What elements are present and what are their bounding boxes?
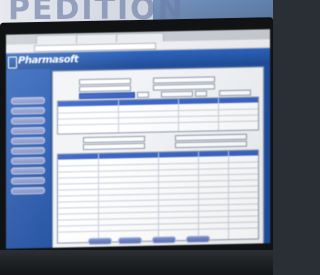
grid-col-line bbox=[198, 151, 199, 240]
sidebar-button[interactable] bbox=[11, 176, 45, 185]
app-window: Pharmasoft bbox=[6, 48, 270, 249]
grid-row-line bbox=[58, 120, 258, 126]
action-button[interactable] bbox=[186, 235, 210, 243]
form-field-highlighted[interactable] bbox=[79, 92, 135, 100]
sidebar-button[interactable] bbox=[11, 96, 45, 105]
grid-row-line bbox=[58, 114, 258, 120]
sidebar-button[interactable] bbox=[11, 166, 45, 175]
sidebar bbox=[6, 68, 50, 249]
upper-grid bbox=[57, 96, 259, 135]
sidebar-button[interactable] bbox=[11, 156, 45, 165]
grid-col-line bbox=[118, 100, 119, 133]
grid-col-line bbox=[178, 99, 179, 132]
sidebar-button[interactable] bbox=[11, 146, 45, 155]
main-panel bbox=[52, 66, 264, 249]
sidebar-button[interactable] bbox=[11, 106, 45, 115]
grid-col-line bbox=[98, 153, 99, 242]
form-field[interactable] bbox=[83, 142, 145, 151]
form-field[interactable] bbox=[79, 78, 131, 86]
form-field[interactable] bbox=[79, 85, 131, 93]
grid-col-line bbox=[228, 151, 229, 240]
sidebar-button[interactable] bbox=[11, 126, 45, 135]
grid-row-line bbox=[58, 108, 258, 114]
checkbox[interactable] bbox=[195, 90, 207, 97]
app-logo: Pharmasoft bbox=[18, 54, 79, 67]
monitor-screen: Pharmasoft bbox=[6, 29, 270, 249]
grid-col-line bbox=[158, 152, 159, 241]
grid-col-line bbox=[218, 98, 219, 131]
action-button[interactable] bbox=[118, 236, 142, 245]
sidebar-button[interactable] bbox=[11, 186, 45, 195]
action-button[interactable] bbox=[88, 237, 112, 246]
logo-icon bbox=[8, 56, 17, 69]
form-field[interactable] bbox=[175, 140, 247, 149]
form-field[interactable] bbox=[219, 89, 251, 97]
form-field[interactable] bbox=[161, 90, 193, 98]
lower-grid bbox=[57, 149, 259, 244]
sidebar-button[interactable] bbox=[11, 116, 45, 125]
monitor: Pharmasoft bbox=[0, 17, 273, 261]
monitor-bezel-bottom bbox=[0, 250, 273, 275]
checkbox[interactable] bbox=[137, 91, 149, 98]
action-button[interactable] bbox=[152, 236, 176, 244]
sidebar-button[interactable] bbox=[11, 136, 45, 145]
